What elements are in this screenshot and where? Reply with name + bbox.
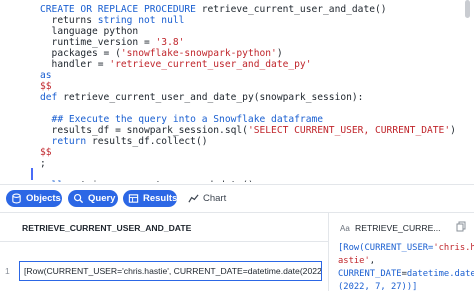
code-line: ; [40,158,46,169]
code-token: (2022, 7, 27))] [338,282,418,291]
code-token: retrieve_current_user_and_date_py(snowpa… [63,92,364,103]
code-token: CREATE OR REPLACE PROCEDURE [40,4,202,15]
result-cell[interactable]: [Row(CURRENT_USER='chris.hastie', CURREN… [19,261,322,281]
code-line: call retrieve_current_user_and_date(); [40,180,260,182]
code-token: string not null [97,15,185,26]
code-line: packages = ('snowflake-snowpark-python') [40,48,283,59]
code-line: ## Execute the query into a Snowflake da… [40,114,323,125]
objects-button[interactable]: Objects [6,190,62,207]
panel-divider[interactable] [328,213,329,291]
text-type-icon: Aa [340,224,350,233]
code-token: $$ [40,147,52,158]
header-divider [0,241,328,242]
detail-title: RETRIEVE_CURRE... [355,223,441,233]
code-line: $$ [40,81,52,92]
detail-value-line: astie', [338,255,375,268]
editor-scrollbar[interactable] [465,0,470,18]
code-token: 'retrieve_current_user_and_date_py' [109,59,312,70]
code-line: $$ [40,147,52,158]
code-token: results_df = snowpark_session.sql( [40,125,248,136]
code-line: def retrieve_current_user_and_date_py(sn… [40,92,363,103]
results-panel: RETRIEVE_CURRENT_USER_AND_DATE 1 [Row(CU… [0,212,474,291]
code-token: 'snowflake-snowpark-python' [120,48,277,59]
detail-value-line: CURRENT_DATE=datetime.date [338,268,474,281]
code-line: CREATE OR REPLACE PROCEDURE retrieve_cur… [40,4,387,15]
code-token: retrieve_current_user_and_date(); [69,180,260,182]
code-token: runtime_version = [40,37,156,48]
code-token: handler = [40,59,110,70]
code-token: packages = ( [40,48,121,59]
code-token: ; [40,158,46,169]
code-line: runtime_version = '3.8' [40,37,185,48]
chart-label: Chart [203,193,227,204]
code-token: ) [450,125,456,136]
code-token: '3.8' [155,37,185,48]
code-token: def [40,92,64,103]
code-line: as [40,70,52,81]
code-line: returns string not null [40,15,185,26]
current-line-marker [31,168,33,180]
row-number: 1 [5,266,10,276]
database-icon [12,193,21,204]
objects-label: Objects [26,193,61,204]
code-line: results_df = snowpark_session.sql('SELEC… [40,125,456,136]
code-token: , [369,256,376,266]
code-token: [Row(CURRENT_USER= [338,243,434,253]
code-token: return [40,136,92,147]
detail-value-line: (2022, 7, 27))] [338,281,417,291]
code-token: 'SELECT CURRENT_USER, CURRENT_DATE' [247,125,451,136]
code-token: 'chris.h [433,243,474,253]
detail-value-line: [Row(CURRENT_USER='chris.h [338,242,474,255]
results-label: Results [143,193,178,204]
column-header[interactable]: RETRIEVE_CURRENT_USER_AND_DATE [22,223,191,233]
code-token: returns [40,15,98,26]
search-icon [73,193,84,204]
code-line: language python [40,26,139,37]
code-token: results_df.collect() [91,136,208,147]
code-line: return results_df.collect() [40,136,208,147]
results-button[interactable]: Results [123,190,177,207]
code-token: retrieve_current_user_and_date() [201,4,387,15]
chart-button[interactable]: Chart [188,190,226,207]
code-token: language python [40,26,139,37]
code-token: CURRENT_DATE [338,269,402,279]
code-token: as [40,70,52,81]
code-token: astie' [338,256,370,266]
query-label: Query [88,193,116,204]
code-token: ## Execute the query into a Snowflake da… [40,114,324,125]
table-icon [128,194,139,203]
query-button[interactable]: Query [68,190,118,207]
code-token: call [40,180,69,182]
code-token: ) [276,48,283,59]
chart-line-icon [188,194,199,203]
code-token: $$ [40,81,52,92]
code-line: handler = 'retrieve_current_user_and_dat… [40,59,312,70]
code-editor[interactable]: CREATE OR REPLACE PROCEDURE retrieve_cur… [0,0,474,182]
results-toolbar: Objects Query Results Chart [0,184,474,212]
code-token: datetime.date [406,269,474,279]
copy-icon[interactable] [456,221,466,232]
